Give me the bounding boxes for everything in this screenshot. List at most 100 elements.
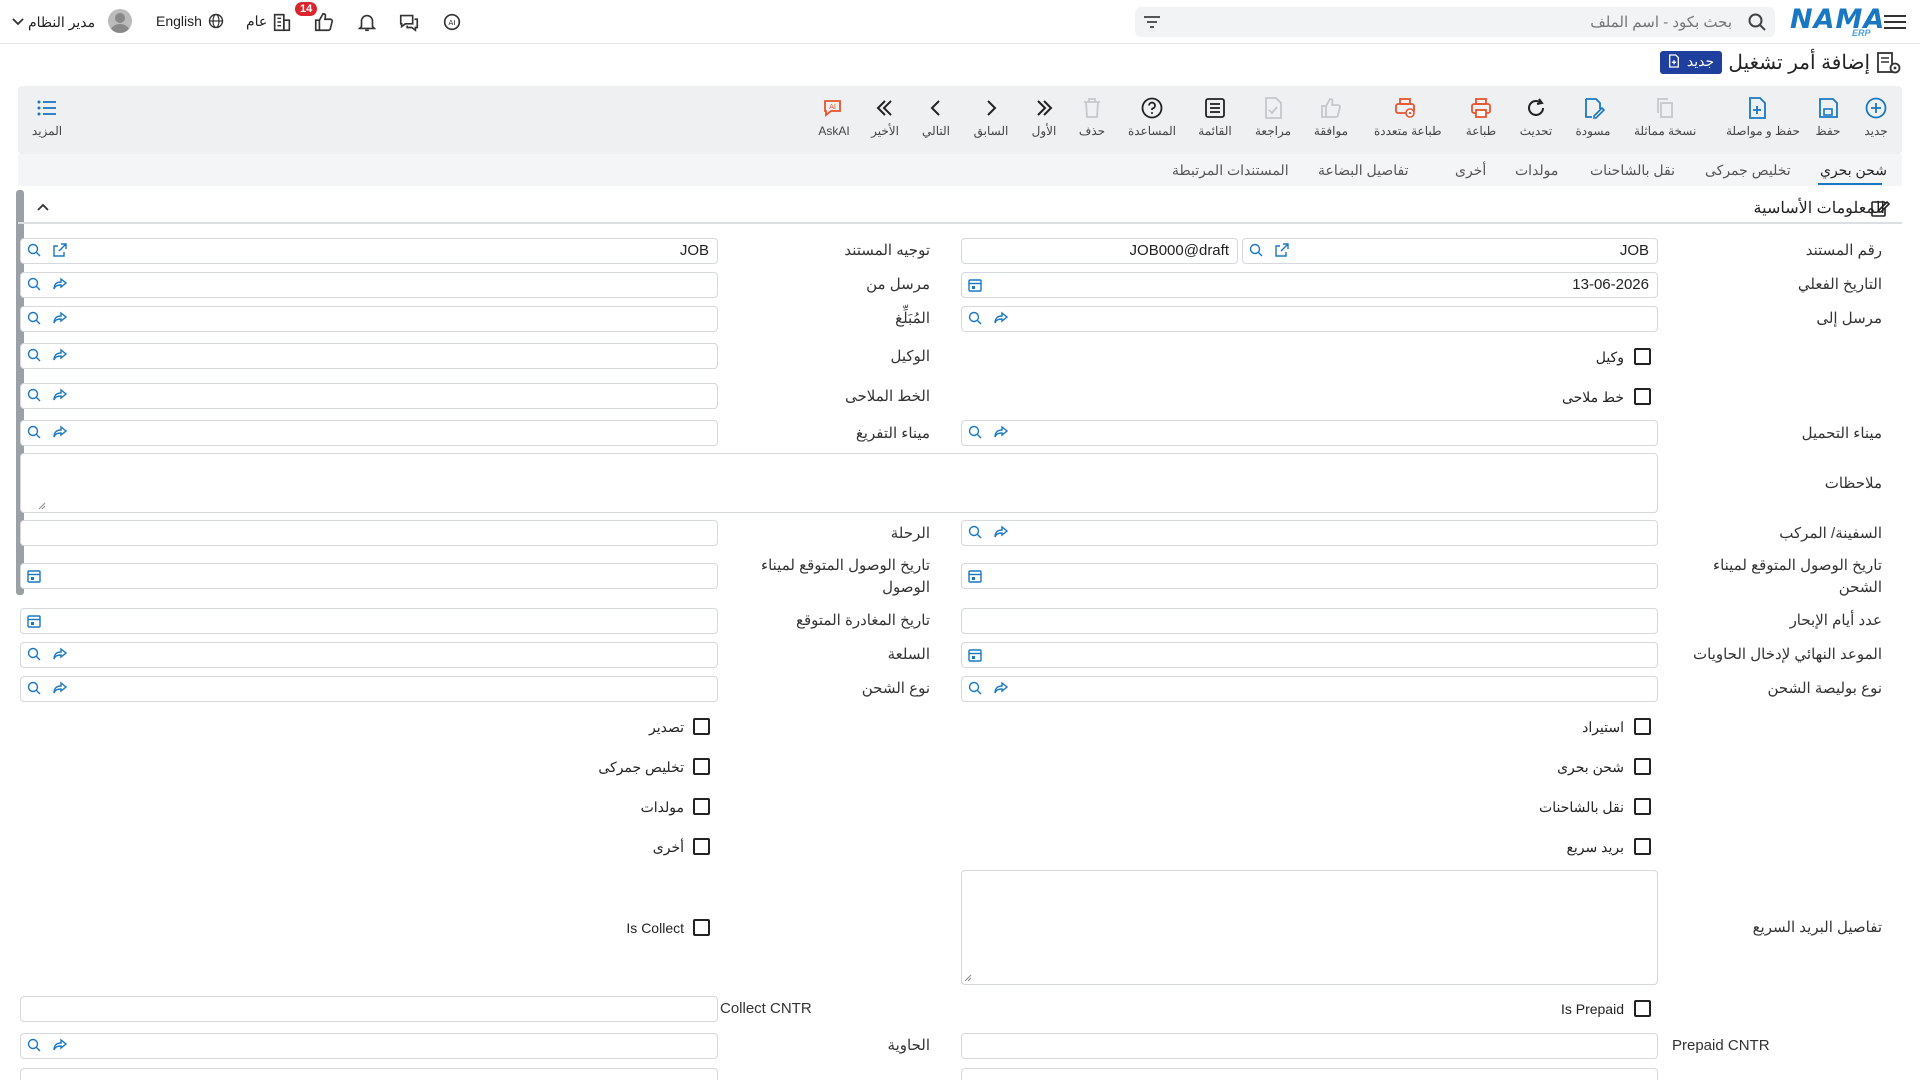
sea-freight-checkbox[interactable]: [1634, 758, 1651, 775]
globe-icon[interactable]: [208, 13, 224, 29]
search-lookup-icon[interactable]: [26, 242, 42, 258]
search-lookup-icon[interactable]: [1248, 242, 1264, 258]
more-button[interactable]: المزيد: [16, 96, 78, 138]
share-arrow-icon[interactable]: [52, 680, 68, 696]
share-arrow-icon[interactable]: [52, 646, 68, 662]
search-lookup-icon[interactable]: [967, 680, 983, 696]
generators-checkbox[interactable]: [693, 798, 710, 815]
share-arrow-icon[interactable]: [993, 424, 1009, 440]
sent-from-field[interactable]: [20, 272, 718, 298]
doc-direction-field[interactable]: JOB: [20, 238, 718, 264]
calendar-icon[interactable]: [967, 568, 983, 584]
search-lookup-icon[interactable]: [26, 347, 42, 363]
shipping-line-field[interactable]: [20, 383, 718, 409]
previous-record-button[interactable]: السابق: [960, 96, 1022, 138]
eta-arrival-port-field[interactable]: [20, 563, 718, 589]
list-button[interactable]: القائمة: [1184, 96, 1246, 138]
search-icon[interactable]: [1747, 12, 1767, 32]
express-details-field[interactable]: [961, 870, 1658, 985]
multi-print-button[interactable]: طباعة متعددة: [1374, 96, 1442, 138]
other-checkbox[interactable]: [693, 838, 710, 855]
search-lookup-icon[interactable]: [26, 310, 42, 326]
save-button[interactable]: حفظ: [1797, 96, 1859, 138]
menu-icon[interactable]: [1884, 12, 1906, 32]
calendar-icon[interactable]: [967, 647, 983, 663]
shipment-type-field[interactable]: [20, 676, 718, 702]
notifier-field[interactable]: [20, 306, 718, 332]
doc-number-field[interactable]: JOB000@draft: [961, 238, 1238, 264]
share-arrow-icon[interactable]: [993, 524, 1009, 540]
next-row-field[interactable]: [20, 1068, 718, 1080]
search-lookup-icon[interactable]: [26, 387, 42, 403]
calendar-icon[interactable]: [26, 568, 42, 584]
user-name[interactable]: مدير النظام: [28, 14, 95, 31]
actual-date-field[interactable]: 13-06-2026: [961, 272, 1658, 298]
search-lookup-icon[interactable]: [26, 424, 42, 440]
language-switch[interactable]: English: [156, 13, 202, 29]
refresh-button[interactable]: تحديث: [1505, 96, 1567, 138]
first-record-button[interactable]: الأول: [1013, 96, 1075, 138]
express-mail-checkbox[interactable]: [1634, 838, 1651, 855]
print-button[interactable]: طباعة: [1450, 96, 1512, 138]
resize-handle-icon[interactable]: [38, 502, 46, 510]
is-prepaid-checkbox[interactable]: [1634, 1000, 1651, 1017]
calendar-icon[interactable]: [26, 613, 42, 629]
agent-checkbox[interactable]: [1634, 348, 1651, 365]
share-arrow-icon[interactable]: [52, 310, 68, 326]
discharge-port-field[interactable]: [20, 420, 718, 446]
calendar-icon[interactable]: [967, 277, 983, 293]
container-cutoff-field[interactable]: [961, 642, 1658, 668]
search-lookup-icon[interactable]: [26, 680, 42, 696]
copy-similar-button[interactable]: نسخة مماثلة: [1634, 96, 1696, 138]
agent-field[interactable]: [20, 343, 718, 369]
share-arrow-icon[interactable]: [52, 1037, 68, 1053]
search-lookup-icon[interactable]: [967, 524, 983, 540]
avatar[interactable]: [108, 9, 132, 33]
tab-trucking[interactable]: نقل بالشاحنات: [1590, 162, 1675, 179]
general-selector[interactable]: عام: [246, 13, 267, 30]
etd-field[interactable]: [20, 608, 718, 634]
tab-related-documents[interactable]: المستندات المرتبطة: [1172, 162, 1289, 179]
approve-button[interactable]: موافقة: [1300, 96, 1362, 138]
share-arrow-icon[interactable]: [52, 347, 68, 363]
shipping-line-checkbox[interactable]: [1634, 388, 1651, 405]
container-field[interactable]: [20, 1033, 718, 1059]
search-lookup-icon[interactable]: [967, 310, 983, 326]
resize-handle-icon[interactable]: [964, 974, 972, 982]
share-arrow-icon[interactable]: [52, 276, 68, 292]
chevron-up-icon[interactable]: [36, 202, 50, 212]
is-collect-checkbox[interactable]: [693, 919, 710, 936]
share-arrow-icon[interactable]: [52, 387, 68, 403]
sailing-days-field[interactable]: [961, 608, 1658, 634]
save-continue-button[interactable]: حفظ و مواصلة: [1726, 96, 1800, 138]
bl-type-field[interactable]: [961, 676, 1658, 702]
building-icon[interactable]: [270, 11, 294, 33]
askai-button[interactable]: AI AskAI: [803, 96, 865, 138]
collect-cntr-field[interactable]: [20, 996, 718, 1022]
help-button[interactable]: المساعدة: [1121, 96, 1183, 138]
tab-generators[interactable]: مولدات: [1515, 162, 1558, 179]
chat-icon[interactable]: [397, 11, 421, 33]
search-input[interactable]: [1190, 7, 1740, 37]
notes-field[interactable]: [20, 453, 1658, 513]
doc-number-prefix[interactable]: JOB: [1242, 238, 1658, 264]
tab-sea-freight[interactable]: شحن بحري: [1820, 162, 1887, 179]
search-lookup-icon[interactable]: [26, 646, 42, 662]
share-arrow-icon[interactable]: [52, 424, 68, 440]
prepaid-cntr-field[interactable]: [961, 1033, 1658, 1059]
bell-icon[interactable]: [355, 11, 379, 33]
import-checkbox[interactable]: [1634, 718, 1651, 735]
loading-port-field[interactable]: [961, 420, 1658, 446]
commodity-field[interactable]: [20, 642, 718, 668]
vessel-field[interactable]: [961, 520, 1658, 546]
thumbs-up-icon[interactable]: [312, 11, 336, 33]
external-link-icon[interactable]: [1274, 242, 1290, 258]
ai-assistant-icon[interactable]: AI: [440, 11, 464, 33]
tab-other[interactable]: أخرى: [1455, 162, 1486, 179]
voyage-field[interactable]: [20, 520, 718, 546]
search-lookup-icon[interactable]: [967, 424, 983, 440]
filter-icon[interactable]: [1142, 13, 1162, 31]
share-arrow-icon[interactable]: [993, 310, 1009, 326]
draft-button[interactable]: مسودة: [1562, 96, 1624, 138]
search-lookup-icon[interactable]: [26, 276, 42, 292]
